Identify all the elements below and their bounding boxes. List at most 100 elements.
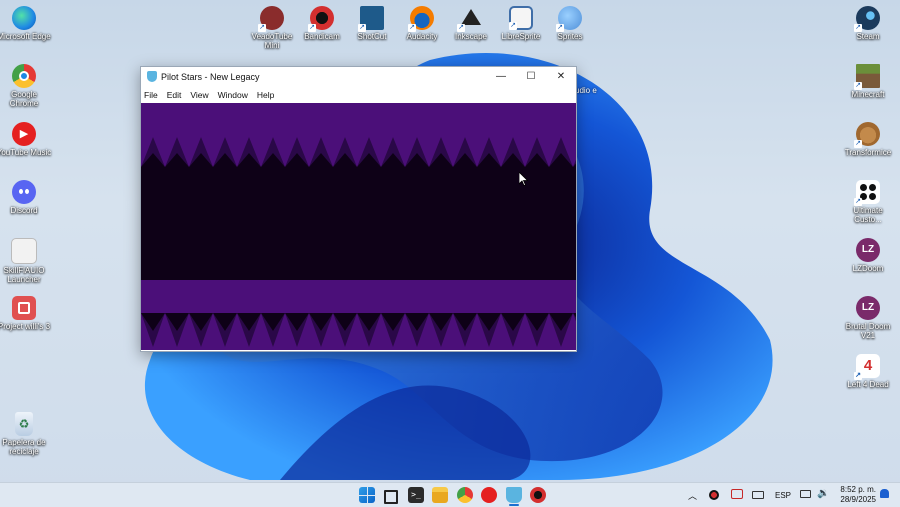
desktop-icon-label: Steam <box>856 32 880 41</box>
menu-bar: File Edit View Window Help <box>141 86 576 103</box>
desktop-icon-label: VeadoTube Mini <box>251 32 293 50</box>
project-icon <box>12 296 36 320</box>
recycle-bin-icon: ♻ <box>15 412 33 436</box>
desktop-icon-ultimate-custom[interactable]: ↗ Ultimate Custo... <box>840 180 896 224</box>
maximize-button[interactable]: ☐ <box>516 67 546 86</box>
record-icon[interactable] <box>709 490 719 500</box>
desktop-icon-chrome[interactable]: Google Chrome <box>0 64 52 108</box>
desktop-icon-launcher[interactable]: SkillFlAUIO Launcher <box>0 238 52 284</box>
steam-icon: ↗ <box>854 6 880 32</box>
window-titlebar[interactable]: Pilot Stars - New Legacy — ☐ ✕ <box>141 67 576 86</box>
desktop-icon-steam[interactable]: ↗ Steam <box>840 6 896 41</box>
menu-help[interactable]: Help <box>257 90 274 100</box>
windows-start-icon[interactable] <box>359 487 375 503</box>
desktop-icon-transformice[interactable]: ↗ Transformice <box>840 122 896 157</box>
desktop-icon-label: Discord <box>10 206 38 215</box>
display-icon[interactable] <box>800 490 811 498</box>
volume-icon[interactable]: 🔉 <box>817 488 829 499</box>
launcher-icon <box>11 238 37 264</box>
sprites-icon: ↗ <box>556 6 582 32</box>
audacity-icon: ↗ <box>408 6 434 32</box>
menu-file[interactable]: File <box>144 90 158 100</box>
close-button[interactable]: ✕ <box>546 67 576 86</box>
libresprite-icon: ↗ <box>509 6 533 30</box>
desktop-icon-audacity[interactable]: ↗ Audacity <box>394 6 450 41</box>
edge-icon <box>12 6 36 30</box>
lzdoom-icon: LZ <box>856 238 880 262</box>
desktop-icon-label: Papelera de reciclaje <box>2 438 46 456</box>
menu-edit[interactable]: Edit <box>167 90 182 100</box>
desktop-icon-label: ShotCut <box>357 32 387 41</box>
desktop-icon-label: Brutal Doom V21 <box>845 322 891 340</box>
minimize-button[interactable]: — <box>486 67 516 86</box>
desktop-icon-veadotube[interactable]: ↗ VeadoTube Mini <box>244 6 300 50</box>
transformice-icon: ↗ <box>854 122 880 148</box>
bandicam-icon: ↗ <box>308 6 334 32</box>
desktop-icon-bandicam[interactable]: ↗ Bandicam <box>294 6 350 41</box>
desktop-icon-lzdoom[interactable]: LZ LZDoom <box>840 238 896 273</box>
desktop-icon-libresprite[interactable]: ↗ LibreSprite <box>493 6 549 41</box>
desktop-icon-label: SkillFlAUIO Launcher <box>3 266 45 284</box>
desktop-icon-label: LibreSprite <box>501 32 541 41</box>
desktop-icon-brutal-doom[interactable]: LZ Brutal Doom V21 <box>840 296 896 340</box>
desktop-icon-label: Audacity <box>406 32 438 41</box>
chevron-up-icon[interactable]: ︿ <box>688 489 697 502</box>
app-window[interactable]: Pilot Stars - New Legacy — ☐ ✕ File Edit… <box>140 66 577 352</box>
desktop-icon-shotcut[interactable]: ↗ ShotCut <box>344 6 400 41</box>
language-indicator-wrap: ESP <box>775 483 791 507</box>
clock-time: 8:52 p. m. <box>840 485 876 494</box>
clock[interactable]: 8:52 p. m. 28/9/2025 <box>840 485 876 505</box>
desktop-icon-label: Bandicam <box>304 32 340 41</box>
keyboard-icon[interactable] <box>752 491 764 499</box>
language-indicator[interactable]: ESP <box>775 491 791 500</box>
clock-date: 28/9/2025 <box>840 495 876 504</box>
discord-icon <box>12 180 36 204</box>
notification-bell-icon[interactable] <box>880 489 889 498</box>
taskbar: >_ ︿ ESP 🔉 8:52 p. m. 28/9/2025 <box>0 482 900 507</box>
task-view-icon[interactable] <box>384 490 398 504</box>
minecraft-icon: ↗ <box>854 64 880 90</box>
desktop-icon-label: Left 4 Dead <box>847 380 889 389</box>
shotcut-icon: ↗ <box>358 6 384 32</box>
file-explorer-icon[interactable] <box>432 487 448 503</box>
desktop-icon-recycle-bin[interactable]: ♻ Papelera de reciclaje <box>0 412 52 456</box>
partial-desktop-label: udio e <box>575 86 597 95</box>
desktop-icon-sprites[interactable]: ↗ Sprites <box>542 6 598 41</box>
youtube-music-icon[interactable] <box>481 487 497 503</box>
pilot-stars-icon <box>147 71 157 82</box>
system-tray: ︿ <box>688 483 697 507</box>
inkscape-icon: ↗ <box>457 6 483 32</box>
desktop-icon-youtube-music[interactable]: ▶ YouTube Music <box>0 122 52 157</box>
brutal-doom-icon: LZ <box>856 296 880 320</box>
desktop-icon-label: Microsoft Edge <box>0 32 51 41</box>
chrome-icon <box>12 64 36 88</box>
desktop-icon-label: Transformice <box>844 148 892 157</box>
desktop-icon-label: Google Chrome <box>9 90 39 108</box>
menu-view[interactable]: View <box>190 90 208 100</box>
desktop-icon-project[interactable]: Project willi's 3 <box>0 296 52 331</box>
left4dead-icon: 4 ↗ <box>854 354 880 380</box>
desktop-icon-label: Ultimate Custo... <box>853 206 883 224</box>
veadotube-icon: ↗ <box>258 6 284 32</box>
game-background <box>141 103 576 350</box>
window-title: Pilot Stars - New Legacy <box>161 71 260 82</box>
pilot-stars-icon[interactable] <box>506 487 522 503</box>
chrome-icon[interactable] <box>457 487 473 503</box>
terminal-icon[interactable]: >_ <box>408 487 424 503</box>
desktop-icon-label: Inkscape <box>454 32 488 41</box>
desktop-icon-label: LZDoom <box>852 264 884 273</box>
desktop-icon-label: Minecraft <box>851 90 885 99</box>
ultimate-custom-icon: ↗ <box>854 180 880 206</box>
menu-window[interactable]: Window <box>218 90 248 100</box>
desktop-icon-left4dead[interactable]: 4 ↗ Left 4 Dead <box>840 354 896 389</box>
desktop-icon-minecraft[interactable]: ↗ Minecraft <box>840 64 896 99</box>
desktop-icon-edge[interactable]: Microsoft Edge <box>0 6 52 41</box>
network-icon[interactable] <box>731 489 743 499</box>
desktop-icon-label: YouTube Music <box>0 148 52 157</box>
desktop-icon-label: Sprites <box>557 32 583 41</box>
game-canvas[interactable] <box>141 103 576 350</box>
desktop-icon-discord[interactable]: Discord <box>0 180 52 215</box>
bandicam-icon[interactable] <box>530 487 546 503</box>
desktop-icon-inkscape[interactable]: ↗ Inkscape <box>443 6 499 41</box>
desktop-icon-label: Project willi's 3 <box>0 322 51 331</box>
